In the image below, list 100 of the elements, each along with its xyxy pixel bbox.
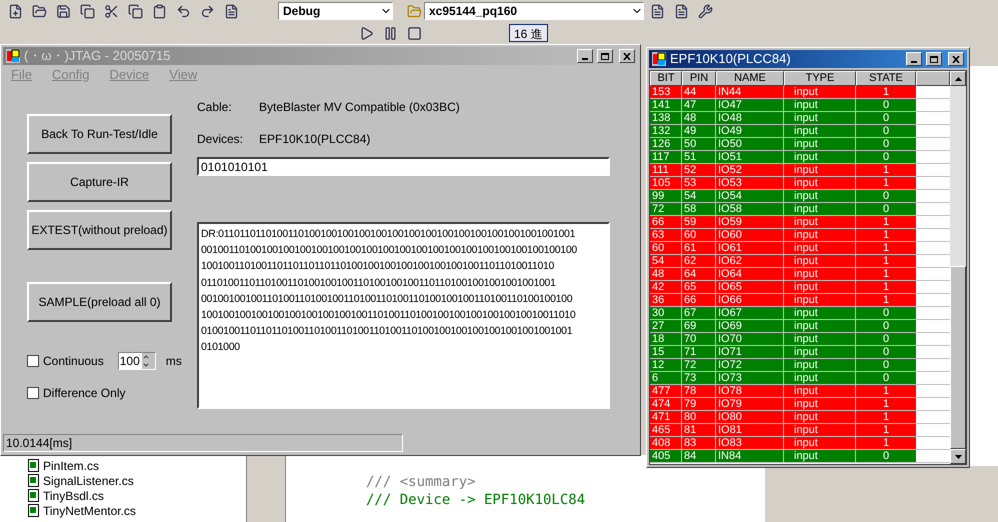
command-button[interactable]: Back To Run-Test/Idle xyxy=(27,114,172,154)
table-row[interactable]: 474 79 IO79 input 1 xyxy=(650,398,916,410)
table-row[interactable]: 465 81 IO81 input 1 xyxy=(650,424,916,436)
table-cell: input xyxy=(784,229,856,241)
table-row[interactable]: 6 73 IO73 input 0 xyxy=(650,372,916,384)
table-cell: input xyxy=(784,307,856,319)
table-cell-text: 1 xyxy=(882,385,890,397)
file-tree-item[interactable]: TinyBsdl.cs xyxy=(43,488,104,502)
table-cell-text: 0 xyxy=(882,359,890,371)
project-dropdown[interactable]: xc95144_pq160 xyxy=(424,2,644,20)
table-row[interactable]: 117 51 IO51 input 0 xyxy=(650,151,916,163)
table-cell-text: 1 xyxy=(882,268,890,280)
table-row[interactable]: 27 69 IO69 input 0 xyxy=(650,320,916,332)
table-row[interactable]: 138 48 IO48 input 0 xyxy=(650,112,916,124)
column-header[interactable]: PIN xyxy=(682,71,716,86)
dr-output-text: DR:01101101101001101001001001001001001001001001001001001001001001001 00100110100100100100100100100100100100100100100100100100100100100100 10010011010011011011011011010010010010010010010010011011010011010 01101001101101001101001001001101001001001101101001001001001001001 00100100100110100110100100110100110100110100100100110100110100100100 10010010010010010010010010010011010011010010010010010010010010011010 01001001101101101001101001101001101001101001001001001001001001001001 0101000 xyxy=(197,222,610,409)
table-row[interactable]: 141 47 IO47 input 0 xyxy=(650,99,916,111)
table-row[interactable]: 471 80 IO80 input 1 xyxy=(650,411,916,423)
scrollbar[interactable] xyxy=(950,71,966,464)
table-row[interactable]: 99 54 IO54 input 0 xyxy=(650,190,916,202)
table-cell: input xyxy=(784,424,856,436)
checkbox[interactable] xyxy=(27,387,39,399)
table-cell: 18 xyxy=(650,333,682,345)
table-cell: input xyxy=(784,294,856,306)
interval-spinner[interactable]: 100 xyxy=(118,352,156,370)
table-cell-text: 1 xyxy=(882,255,890,267)
table-cell-text: 1 xyxy=(882,398,890,410)
table-cell: input xyxy=(784,177,856,189)
table-cell: 99 xyxy=(650,190,682,202)
column-header[interactable]: NAME xyxy=(716,71,784,86)
table-cell: IO61 xyxy=(716,242,784,254)
scroll-thumb[interactable] xyxy=(950,266,966,449)
table-row[interactable]: 48 64 IO64 input 1 xyxy=(650,268,916,280)
table-row[interactable]: 63 60 IO60 input 1 xyxy=(650,229,916,241)
maximize-button[interactable] xyxy=(597,49,613,63)
column-header[interactable]: TYPE xyxy=(784,71,856,86)
table-row[interactable]: 30 67 IO67 input 0 xyxy=(650,307,916,319)
table-cell: IO83 xyxy=(716,437,784,449)
configuration-dropdown[interactable]: Debug xyxy=(278,2,393,20)
table-row[interactable]: 12 72 IO72 input 0 xyxy=(650,359,916,371)
table-cell-text: 0 xyxy=(882,320,890,332)
table-cell: 66 xyxy=(682,294,716,306)
command-button[interactable]: EXTEST(without preload) xyxy=(27,210,172,250)
table-cell: 6 xyxy=(650,372,682,384)
scroll-down-icon[interactable] xyxy=(950,449,966,464)
table-cell-text: 0 xyxy=(882,190,890,202)
command-button[interactable]: Capture-IR xyxy=(27,162,172,202)
table-row[interactable]: 60 61 IO61 input 1 xyxy=(650,242,916,254)
file-tree-item[interactable]: PinItem.cs xyxy=(43,458,100,472)
maximize-button[interactable] xyxy=(926,52,942,66)
command-button[interactable]: SAMPLE(preload all 0) xyxy=(27,282,172,322)
radix-button[interactable]: 16 進 xyxy=(509,24,548,42)
table-row[interactable]: 132 49 IO49 input 0 xyxy=(650,125,916,137)
close-button[interactable] xyxy=(619,49,635,63)
table-row[interactable]: 66 59 IO59 input 1 xyxy=(650,216,916,228)
table-row[interactable]: 111 52 IO52 input 1 xyxy=(650,164,916,176)
table-cell: IO72 xyxy=(716,359,784,371)
table-cell: IO59 xyxy=(716,216,784,228)
table-row[interactable]: 126 50 IO50 input 0 xyxy=(650,138,916,150)
table-row[interactable]: 105 53 IO53 input 1 xyxy=(650,177,916,189)
folder-icon xyxy=(407,4,422,18)
table-cell: input xyxy=(784,333,856,345)
file-tree-item[interactable]: TinyNetMentor.cs xyxy=(43,504,136,518)
scroll-up-icon[interactable] xyxy=(950,71,966,86)
table-row[interactable]: 15 71 IO71 input 0 xyxy=(650,346,916,358)
column-header[interactable]: BIT xyxy=(650,71,682,86)
table-row[interactable]: 42 65 IO65 input 1 xyxy=(650,281,916,293)
table-cell: input xyxy=(784,320,856,332)
table-row[interactable]: 405 84 IN84 input 0 xyxy=(650,450,916,462)
table-row[interactable]: 36 66 IO66 input 1 xyxy=(650,294,916,306)
table-row[interactable]: 153 44 IN44 input 1 xyxy=(650,86,916,98)
table-cell: IO54 xyxy=(716,190,784,202)
table-cell: 70 xyxy=(682,333,716,345)
checkbox[interactable] xyxy=(27,355,39,367)
table-cell: IO70 xyxy=(716,333,784,345)
table-cell: 78 xyxy=(682,385,716,397)
table-row[interactable]: 54 62 IO62 input 1 xyxy=(650,255,916,267)
table-cell: input xyxy=(784,138,856,150)
minimize-button[interactable] xyxy=(577,49,593,63)
table-row[interactable]: 408 83 IO83 input 1 xyxy=(650,437,916,449)
table-cell: IO60 xyxy=(716,229,784,241)
table-cell: 48 xyxy=(682,112,716,124)
checkbox-label: Difference Only xyxy=(43,385,126,402)
table-row[interactable]: 477 78 IO78 input 1 xyxy=(650,385,916,397)
table-cell: 408 xyxy=(650,437,682,449)
column-header[interactable]: STATE xyxy=(856,71,916,86)
table-cell: input xyxy=(784,268,856,280)
table-cell: 42 xyxy=(650,281,682,293)
table-cell: IO62 xyxy=(716,255,784,267)
table-cell-text: 1 xyxy=(882,424,890,436)
ir-input-field[interactable]: 0101010101 xyxy=(197,157,610,176)
minimize-button[interactable] xyxy=(906,52,922,66)
table-row[interactable]: 72 58 IO58 input 0 xyxy=(650,203,916,215)
file-tree-item[interactable]: SignalListener.cs xyxy=(43,474,134,488)
window-title: EPF10K10(PLCC84) xyxy=(670,50,792,68)
app-icon xyxy=(652,52,666,66)
table-cell: 477 xyxy=(650,385,682,397)
table-row[interactable]: 18 70 IO70 input 0 xyxy=(650,333,916,345)
close-button[interactable] xyxy=(948,52,964,66)
table-cell: 69 xyxy=(682,320,716,332)
